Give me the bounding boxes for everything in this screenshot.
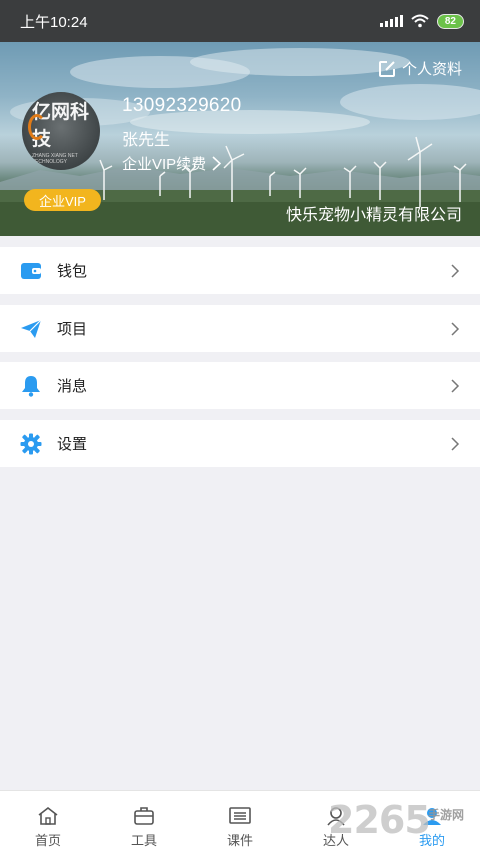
nav-item-label: 达人	[322, 833, 349, 848]
company-logo-mark	[28, 114, 46, 140]
vip-renew-link[interactable]: 企业VIP续费	[122, 153, 222, 174]
chevron-right-icon	[451, 436, 460, 451]
profile-header: 个人资料 亿网科技 ZHANG XIANG NET TECHNOLOGY 企业V…	[0, 42, 480, 236]
menu-item-label: 钱包	[57, 263, 88, 280]
briefcase-icon	[134, 807, 154, 825]
username: 张先生	[122, 132, 171, 149]
menu-item-label: 消息	[57, 378, 88, 395]
chevron-right-icon	[451, 378, 460, 393]
company-name: 快乐宠物小精灵有限公司	[285, 207, 462, 224]
gear-icon	[20, 433, 42, 455]
menu-item-projects[interactable]: 项目	[0, 305, 480, 352]
bottom-nav: 首页 工具 课件 达人 我的	[0, 790, 480, 853]
chevron-right-icon	[451, 321, 460, 336]
nav-item-home[interactable]: 首页	[0, 791, 96, 853]
chevron-right-icon	[212, 156, 222, 171]
profile-icon	[423, 808, 441, 825]
wallet-icon	[20, 260, 42, 282]
courseware-icon	[229, 807, 251, 824]
menu-item-settings[interactable]: 设置	[0, 420, 480, 467]
wifi-icon	[411, 14, 429, 28]
edit-icon	[378, 60, 395, 77]
status-bar: 上午10:24 82	[0, 0, 480, 42]
nav-item-label: 我的	[418, 833, 445, 848]
paper-plane-icon	[20, 318, 42, 340]
nav-item-tools[interactable]: 工具	[96, 791, 192, 853]
menu-item-label: 设置	[57, 436, 88, 453]
edit-profile-button[interactable]: 个人资料	[378, 58, 462, 79]
chevron-right-icon	[451, 263, 460, 278]
nav-item-label: 首页	[34, 833, 61, 848]
nav-item-courseware[interactable]: 课件	[192, 791, 288, 853]
status-icons: 82	[379, 13, 464, 29]
avatar[interactable]: 亿网科技 ZHANG XIANG NET TECHNOLOGY	[22, 92, 100, 170]
nav-item-label: 课件	[226, 833, 253, 848]
nav-item-label: 工具	[130, 833, 157, 848]
nav-item-mine[interactable]: 我的	[384, 791, 480, 853]
expert-icon	[327, 807, 345, 826]
nav-item-experts[interactable]: 达人	[288, 791, 384, 853]
menu-item-messages[interactable]: 消息	[0, 362, 480, 409]
status-time: 上午10:24	[20, 13, 88, 31]
edit-profile-label: 个人资料	[401, 61, 462, 78]
menu-item-label: 项目	[57, 321, 88, 338]
bell-icon	[20, 375, 42, 397]
menu-item-wallet[interactable]: 钱包	[0, 247, 480, 294]
vip-badge: 企业VIP	[24, 189, 101, 211]
home-icon	[38, 806, 58, 825]
phone-number: 13092329620	[122, 95, 242, 116]
battery-indicator: 82	[436, 13, 464, 29]
vip-renew-label: 企业VIP续费	[122, 156, 207, 173]
signal-icon	[379, 15, 403, 27]
